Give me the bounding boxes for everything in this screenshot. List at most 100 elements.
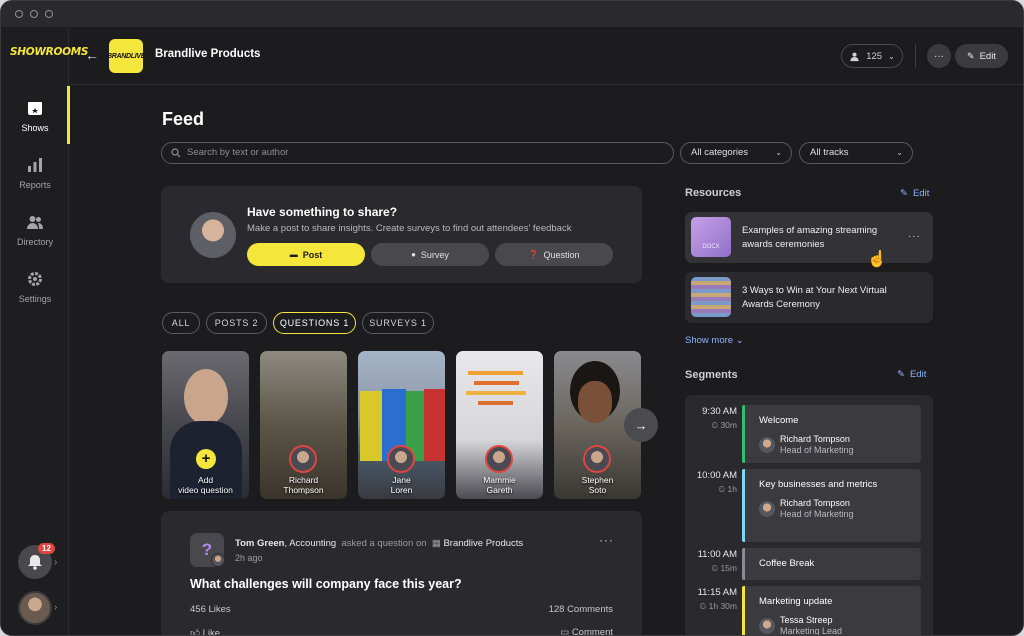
chevron-right-icon[interactable]: ›	[54, 557, 57, 568]
speaker-name: Tessa Streep	[780, 615, 833, 625]
add-icon[interactable]: +	[196, 449, 216, 469]
story-card[interactable]: Jane Loren	[358, 351, 445, 499]
story-card[interactable]: Richard Thompson	[260, 351, 347, 499]
like-button[interactable]: 👍︎ Like	[190, 627, 220, 635]
divider	[915, 44, 916, 68]
segment-duration: ⏲ 30m	[711, 420, 737, 430]
comment-button[interactable]: ▭ Comment	[560, 627, 613, 635]
chevron-right-icon[interactable]: ›	[54, 602, 57, 613]
post-label: Post	[302, 249, 323, 260]
window-dot[interactable]	[15, 10, 23, 18]
edit-segments-button[interactable]: ✎ Edit	[897, 369, 926, 380]
resource-item[interactable]: 3 Ways to Win at Your Next Virtual Award…	[685, 272, 933, 323]
people-icon	[27, 216, 43, 229]
resource-title: 3 Ways to Win at Your Next Virtual Award…	[742, 285, 887, 310]
app-window: SHOWROOMS Shows Reports Directory Settin…	[0, 0, 1024, 636]
segment-card[interactable]: Welcome Richard Tompson Head of Marketin…	[742, 405, 921, 463]
post-button[interactable]: ▬ Post	[247, 243, 365, 266]
gear-icon	[28, 272, 42, 286]
rail-label: Directory	[16, 237, 53, 247]
chat-icon: ▬	[289, 250, 298, 259]
story-card[interactable]: Mammie Gareth	[456, 351, 543, 499]
segment-duration-value: 1h	[727, 484, 737, 494]
segment-color-bar	[742, 405, 745, 463]
avatar	[485, 445, 513, 473]
story-add-video[interactable]: + Add video question	[162, 351, 249, 499]
story-label: Add video question	[162, 475, 249, 495]
category-select[interactable]: All categories ⌄	[680, 142, 792, 164]
segment-time: 11:00 AM	[697, 549, 737, 560]
rail-label: Reports	[19, 180, 51, 190]
story-name: Jane Loren	[358, 475, 445, 495]
calendar-icon	[28, 102, 42, 115]
arrow-right-icon[interactable]: →	[624, 408, 658, 442]
person-photo	[578, 381, 612, 423]
speech-bubble-icon: ●	[411, 250, 416, 259]
post-action: asked a question on	[341, 538, 427, 549]
resource-item[interactable]: DOCX Examples of amazing streaming award…	[685, 212, 933, 263]
avatar	[211, 553, 225, 567]
story-name: Mammie Gareth	[456, 475, 543, 495]
more-options-icon[interactable]: ···	[908, 231, 921, 242]
show-more-link[interactable]: Show more ⌄	[685, 335, 744, 346]
segment-card[interactable]: Key businesses and metrics Richard Tomps…	[742, 469, 921, 542]
post-author[interactable]: Tom Green	[235, 538, 284, 549]
rail-item-directory[interactable]: Directory	[1, 213, 69, 263]
window-dot[interactable]	[30, 10, 38, 18]
speaker-name: Richard Tompson	[780, 498, 850, 508]
story-label-line: Add	[197, 475, 214, 485]
book-thumbnail	[691, 277, 731, 317]
filter-questions[interactable]: QUESTIONS 1	[273, 312, 356, 334]
share-subtitle: Make a post to share insights. Create su…	[247, 223, 572, 234]
hand-cursor-icon: ☝	[867, 251, 887, 268]
avatar	[190, 212, 236, 258]
question-icon: ❓	[528, 250, 539, 259]
user-avatar[interactable]	[18, 591, 52, 625]
brand-logo: BRANDLIVE	[107, 39, 145, 73]
filter-posts[interactable]: POSTS 2	[206, 312, 267, 334]
segment-card[interactable]: Coffee Break	[742, 548, 921, 580]
filter-surveys[interactable]: SURVEYS 1	[362, 312, 434, 334]
track-select[interactable]: All tracks ⌄	[799, 142, 913, 164]
show-more-label: Show more	[685, 335, 734, 346]
search-icon	[171, 148, 181, 158]
edit-label: Edit	[909, 369, 927, 380]
back-arrow-icon[interactable]: ←	[85, 47, 99, 63]
attendee-count: 125	[866, 50, 883, 62]
chevron-down-icon: ⌄	[775, 148, 782, 157]
rail-label: Shows	[21, 123, 49, 133]
rail-item-settings[interactable]: Settings	[1, 270, 69, 320]
rail-item-reports[interactable]: Reports	[1, 156, 69, 206]
chevron-down-icon: ⌄	[735, 335, 744, 346]
survey-button[interactable]: ● Survey	[371, 243, 489, 266]
segment-speaker: Tessa Streep Marketing Lead	[780, 615, 842, 635]
filter-all[interactable]: ALL	[162, 312, 200, 334]
rail-item-shows[interactable]: Shows	[1, 99, 69, 149]
edit-show-button[interactable]: ✎ Edit	[955, 44, 1008, 68]
person-photo	[184, 369, 228, 425]
segment-duration: ⏲ 15m	[711, 563, 737, 573]
question-button[interactable]: ❓ Question	[495, 243, 613, 266]
segment-speaker: Richard Tompson Head of Marketing	[780, 434, 854, 456]
comments-count: 128 Comments	[548, 604, 613, 615]
header: ← BRANDLIVE Brandlive Products 125 ⌄ ···…	[69, 27, 1023, 85]
search-input[interactable]: Search by text or author	[161, 142, 674, 164]
post-target[interactable]: Brandlive Products	[443, 538, 523, 549]
segment-color-bar	[742, 469, 745, 542]
more-options-button[interactable]: ···	[927, 44, 951, 68]
chart-photo-bar	[468, 371, 523, 375]
story-first-name: Richard	[288, 475, 319, 485]
attendee-count-dropdown[interactable]: 125 ⌄	[841, 44, 903, 68]
post-meta: Tom Green, Accounting asked a question o…	[235, 538, 523, 549]
show-title: Brandlive Products	[155, 48, 261, 60]
segment-duration-value: 15m	[720, 563, 737, 573]
more-options-icon[interactable]: ···	[599, 533, 614, 547]
avatar	[289, 445, 317, 473]
segment-duration-value: 1h 30m	[708, 601, 737, 611]
window-dot[interactable]	[45, 10, 53, 18]
file-badge: DOCX	[702, 244, 720, 250]
pencil-icon: ✎	[967, 50, 975, 61]
edit-resources-button[interactable]: ✎ Edit	[900, 188, 929, 199]
segment-card[interactable]: Marketing update Tessa Streep Marketing …	[742, 586, 921, 635]
story-name: Richard Thompson	[260, 475, 347, 495]
